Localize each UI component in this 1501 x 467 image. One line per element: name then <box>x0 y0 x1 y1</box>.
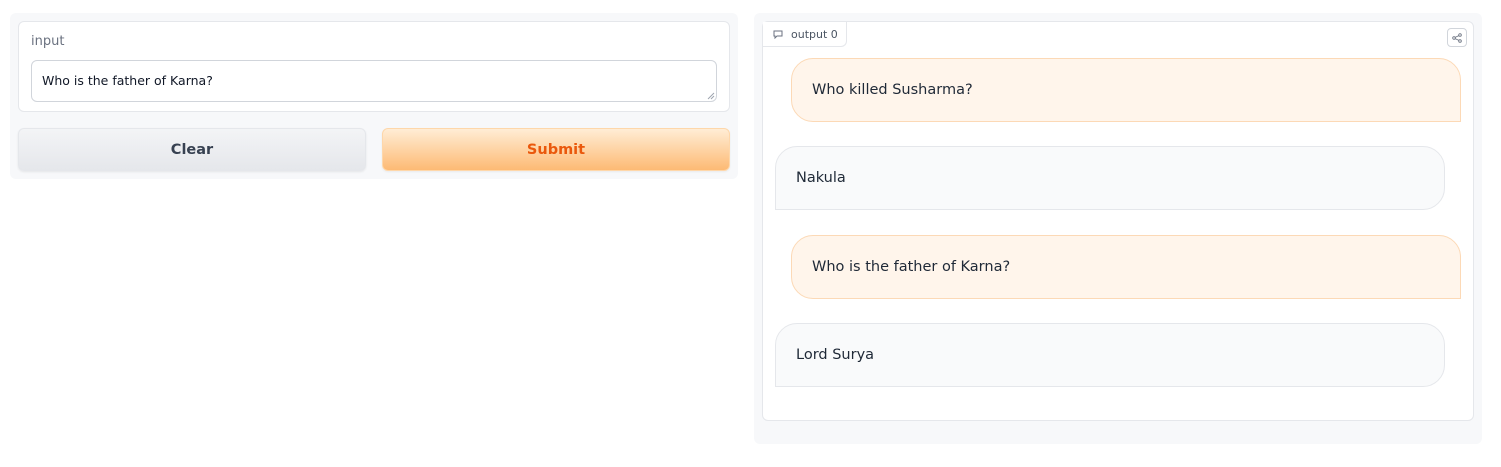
chatbot-block: output 0 Who killed Susharma? Nakula Who… <box>762 21 1474 421</box>
user-message: Who is the father of Karna? <box>791 235 1461 299</box>
clear-button[interactable]: Clear <box>18 128 366 171</box>
message-text: Lord Surya <box>796 347 875 363</box>
input-label: input <box>31 34 65 49</box>
user-message: Who killed Susharma? <box>791 58 1461 122</box>
message-text: Who is the father of Karna? <box>812 259 1011 275</box>
message-text: Nakula <box>796 170 846 186</box>
message-text: Who killed Susharma? <box>812 82 973 98</box>
share-button[interactable] <box>1447 28 1467 47</box>
bot-message: Nakula <box>775 146 1445 210</box>
chat-icon <box>773 30 783 39</box>
resize-handle-icon[interactable] <box>707 92 715 100</box>
share-icon <box>1452 32 1462 43</box>
input-block: input <box>18 21 730 112</box>
input-textbox[interactable] <box>31 60 717 102</box>
chatbot-label: output 0 <box>763 22 847 47</box>
output-column: output 0 Who killed Susharma? Nakula Who… <box>754 13 1482 444</box>
bot-message: Lord Surya <box>775 323 1445 387</box>
input-column: input Clear Submit <box>10 13 738 179</box>
submit-button[interactable]: Submit <box>382 128 730 171</box>
chatbot-label-text: output 0 <box>791 27 838 41</box>
